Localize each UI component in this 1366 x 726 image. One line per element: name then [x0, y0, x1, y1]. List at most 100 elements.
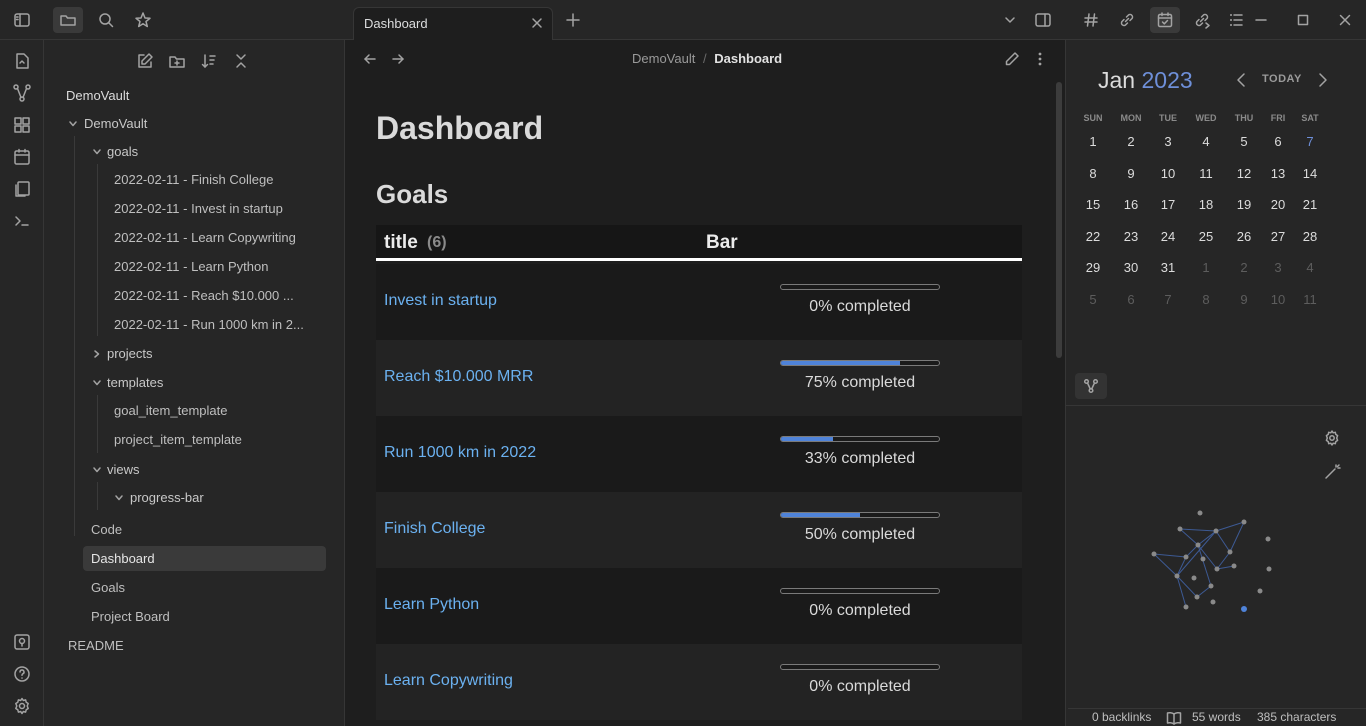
- calendar-day[interactable]: 10: [1153, 166, 1183, 181]
- file-item-active[interactable]: Dashboard: [91, 551, 155, 566]
- forward-arrow-icon[interactable]: [389, 50, 407, 68]
- calendar-day[interactable]: 8: [1078, 166, 1108, 181]
- scrollbar[interactable]: [1056, 82, 1062, 358]
- column-header-bar[interactable]: Bar: [706, 232, 738, 254]
- goal-link[interactable]: Learn Copywriting: [384, 672, 513, 690]
- folder-projects[interactable]: projects: [107, 346, 153, 361]
- calendar-day[interactable]: 25: [1191, 229, 1221, 244]
- new-note-icon[interactable]: [136, 52, 154, 70]
- backlinks-tab-button[interactable]: [1112, 7, 1142, 33]
- local-graph-canvas[interactable]: [1146, 506, 1276, 626]
- magic-wand-icon[interactable]: [1323, 463, 1341, 481]
- calendar-day[interactable]: 24: [1153, 229, 1183, 244]
- file-item[interactable]: goal_item_template: [114, 403, 227, 418]
- calendar-day[interactable]: 15: [1078, 197, 1108, 212]
- calendar-day[interactable]: 4: [1191, 134, 1221, 149]
- calendar-day[interactable]: 5: [1078, 292, 1108, 307]
- calendar-day[interactable]: 7: [1153, 292, 1183, 307]
- calendar-day[interactable]: 26: [1229, 229, 1259, 244]
- calendar-day[interactable]: 22: [1078, 229, 1108, 244]
- calendar-day[interactable]: 30: [1116, 260, 1146, 275]
- chevron-down-icon[interactable]: [68, 119, 78, 129]
- daily-note-icon[interactable]: [12, 147, 32, 167]
- templates-icon[interactable]: [12, 179, 32, 199]
- calendar-day[interactable]: 12: [1229, 166, 1259, 181]
- calendar-day[interactable]: 8: [1191, 292, 1221, 307]
- tab-list-button[interactable]: [995, 7, 1025, 33]
- help-icon[interactable]: [12, 664, 32, 684]
- calendar-day[interactable]: 23: [1116, 229, 1146, 244]
- file-item[interactable]: README: [68, 638, 124, 653]
- maximize-button[interactable]: [1288, 7, 1318, 33]
- chevron-right-icon[interactable]: [92, 349, 102, 359]
- back-arrow-icon[interactable]: [361, 50, 379, 68]
- calendar-day[interactable]: 17: [1153, 197, 1183, 212]
- calendar-tab-button[interactable]: [1150, 7, 1180, 33]
- file-item[interactable]: 2022-02-11 - Finish College: [114, 172, 273, 187]
- calendar-day[interactable]: 11: [1191, 166, 1221, 181]
- calendar-day[interactable]: 6: [1116, 292, 1146, 307]
- calendar-day[interactable]: 2: [1116, 134, 1146, 149]
- tab-dashboard[interactable]: Dashboard: [353, 7, 553, 41]
- goal-link[interactable]: Learn Python: [384, 596, 479, 614]
- current-note-node[interactable]: [1241, 606, 1247, 612]
- collapse-all-icon[interactable]: [232, 52, 250, 70]
- backlinks-count[interactable]: 0 backlinks: [1092, 710, 1151, 724]
- file-item[interactable]: 2022-02-11 - Learn Copywriting: [114, 230, 296, 245]
- edit-pencil-icon[interactable]: [1003, 50, 1021, 68]
- new-folder-icon[interactable]: [168, 52, 186, 70]
- goal-link[interactable]: Run 1000 km in 2022: [384, 444, 536, 462]
- calendar-day[interactable]: 14: [1295, 166, 1325, 181]
- chevron-down-icon[interactable]: [92, 378, 102, 388]
- folder-views[interactable]: views: [107, 462, 140, 477]
- minimize-button[interactable]: [1246, 7, 1276, 33]
- file-item[interactable]: 2022-02-11 - Run 1000 km in 2...: [114, 317, 304, 332]
- calendar-day[interactable]: 5: [1229, 134, 1259, 149]
- goal-link[interactable]: Finish College: [384, 520, 485, 538]
- calendar-day[interactable]: 28: [1295, 229, 1325, 244]
- file-item[interactable]: 2022-02-11 - Reach $10.000 ...: [114, 288, 294, 303]
- calendar-day[interactable]: 9: [1116, 166, 1146, 181]
- file-item[interactable]: 2022-02-11 - Learn Python: [114, 259, 268, 274]
- file-item[interactable]: 2022-02-11 - Invest in startup: [114, 201, 283, 216]
- file-item[interactable]: Goals: [91, 580, 125, 595]
- chevron-down-icon[interactable]: [92, 147, 102, 157]
- calendar-day[interactable]: 9: [1229, 292, 1259, 307]
- calendar-day[interactable]: 19: [1229, 197, 1259, 212]
- breadcrumb-current[interactable]: Dashboard: [714, 51, 782, 66]
- chevron-down-icon[interactable]: [92, 465, 102, 475]
- calendar-day[interactable]: 6: [1263, 134, 1293, 149]
- open-quick-switcher-icon[interactable]: [12, 51, 32, 71]
- sort-icon[interactable]: [200, 52, 218, 70]
- outgoing-links-tab-button[interactable]: [1187, 7, 1217, 33]
- calendar-day[interactable]: 13: [1263, 166, 1293, 181]
- graph-view-icon[interactable]: [12, 83, 32, 103]
- canvas-icon[interactable]: [12, 115, 32, 135]
- close-tab-icon[interactable]: [530, 16, 544, 30]
- calendar-day[interactable]: 16: [1116, 197, 1146, 212]
- calendar-day[interactable]: 29: [1078, 260, 1108, 275]
- search-button[interactable]: [91, 7, 121, 33]
- folder-templates[interactable]: templates: [107, 375, 163, 390]
- new-tab-button[interactable]: [558, 7, 588, 33]
- chevron-right-icon[interactable]: [1314, 71, 1330, 89]
- calendar-day[interactable]: 20: [1263, 197, 1293, 212]
- breadcrumb-vault[interactable]: DemoVault: [632, 51, 695, 66]
- files-tab-button[interactable]: [53, 7, 83, 33]
- file-item[interactable]: Project Board: [91, 609, 170, 624]
- tags-tab-button[interactable]: [1076, 7, 1106, 33]
- vault-switcher-icon[interactable]: [12, 632, 32, 652]
- chevron-left-icon[interactable]: [1234, 71, 1250, 89]
- chevron-down-icon[interactable]: [114, 493, 124, 503]
- calendar-day[interactable]: 2: [1229, 260, 1259, 275]
- goal-link[interactable]: Invest in startup: [384, 292, 497, 310]
- calendar-day[interactable]: 3: [1263, 260, 1293, 275]
- reading-book-icon[interactable]: [1166, 711, 1182, 725]
- toggle-left-sidebar-button[interactable]: [7, 7, 37, 33]
- calendar-day[interactable]: 7: [1295, 134, 1325, 149]
- calendar-day[interactable]: 11: [1295, 292, 1325, 307]
- calendar-day[interactable]: 27: [1263, 229, 1293, 244]
- toggle-right-sidebar-button[interactable]: [1028, 7, 1058, 33]
- calendar-day[interactable]: 1: [1078, 134, 1108, 149]
- folder-demovault[interactable]: DemoVault: [84, 116, 147, 131]
